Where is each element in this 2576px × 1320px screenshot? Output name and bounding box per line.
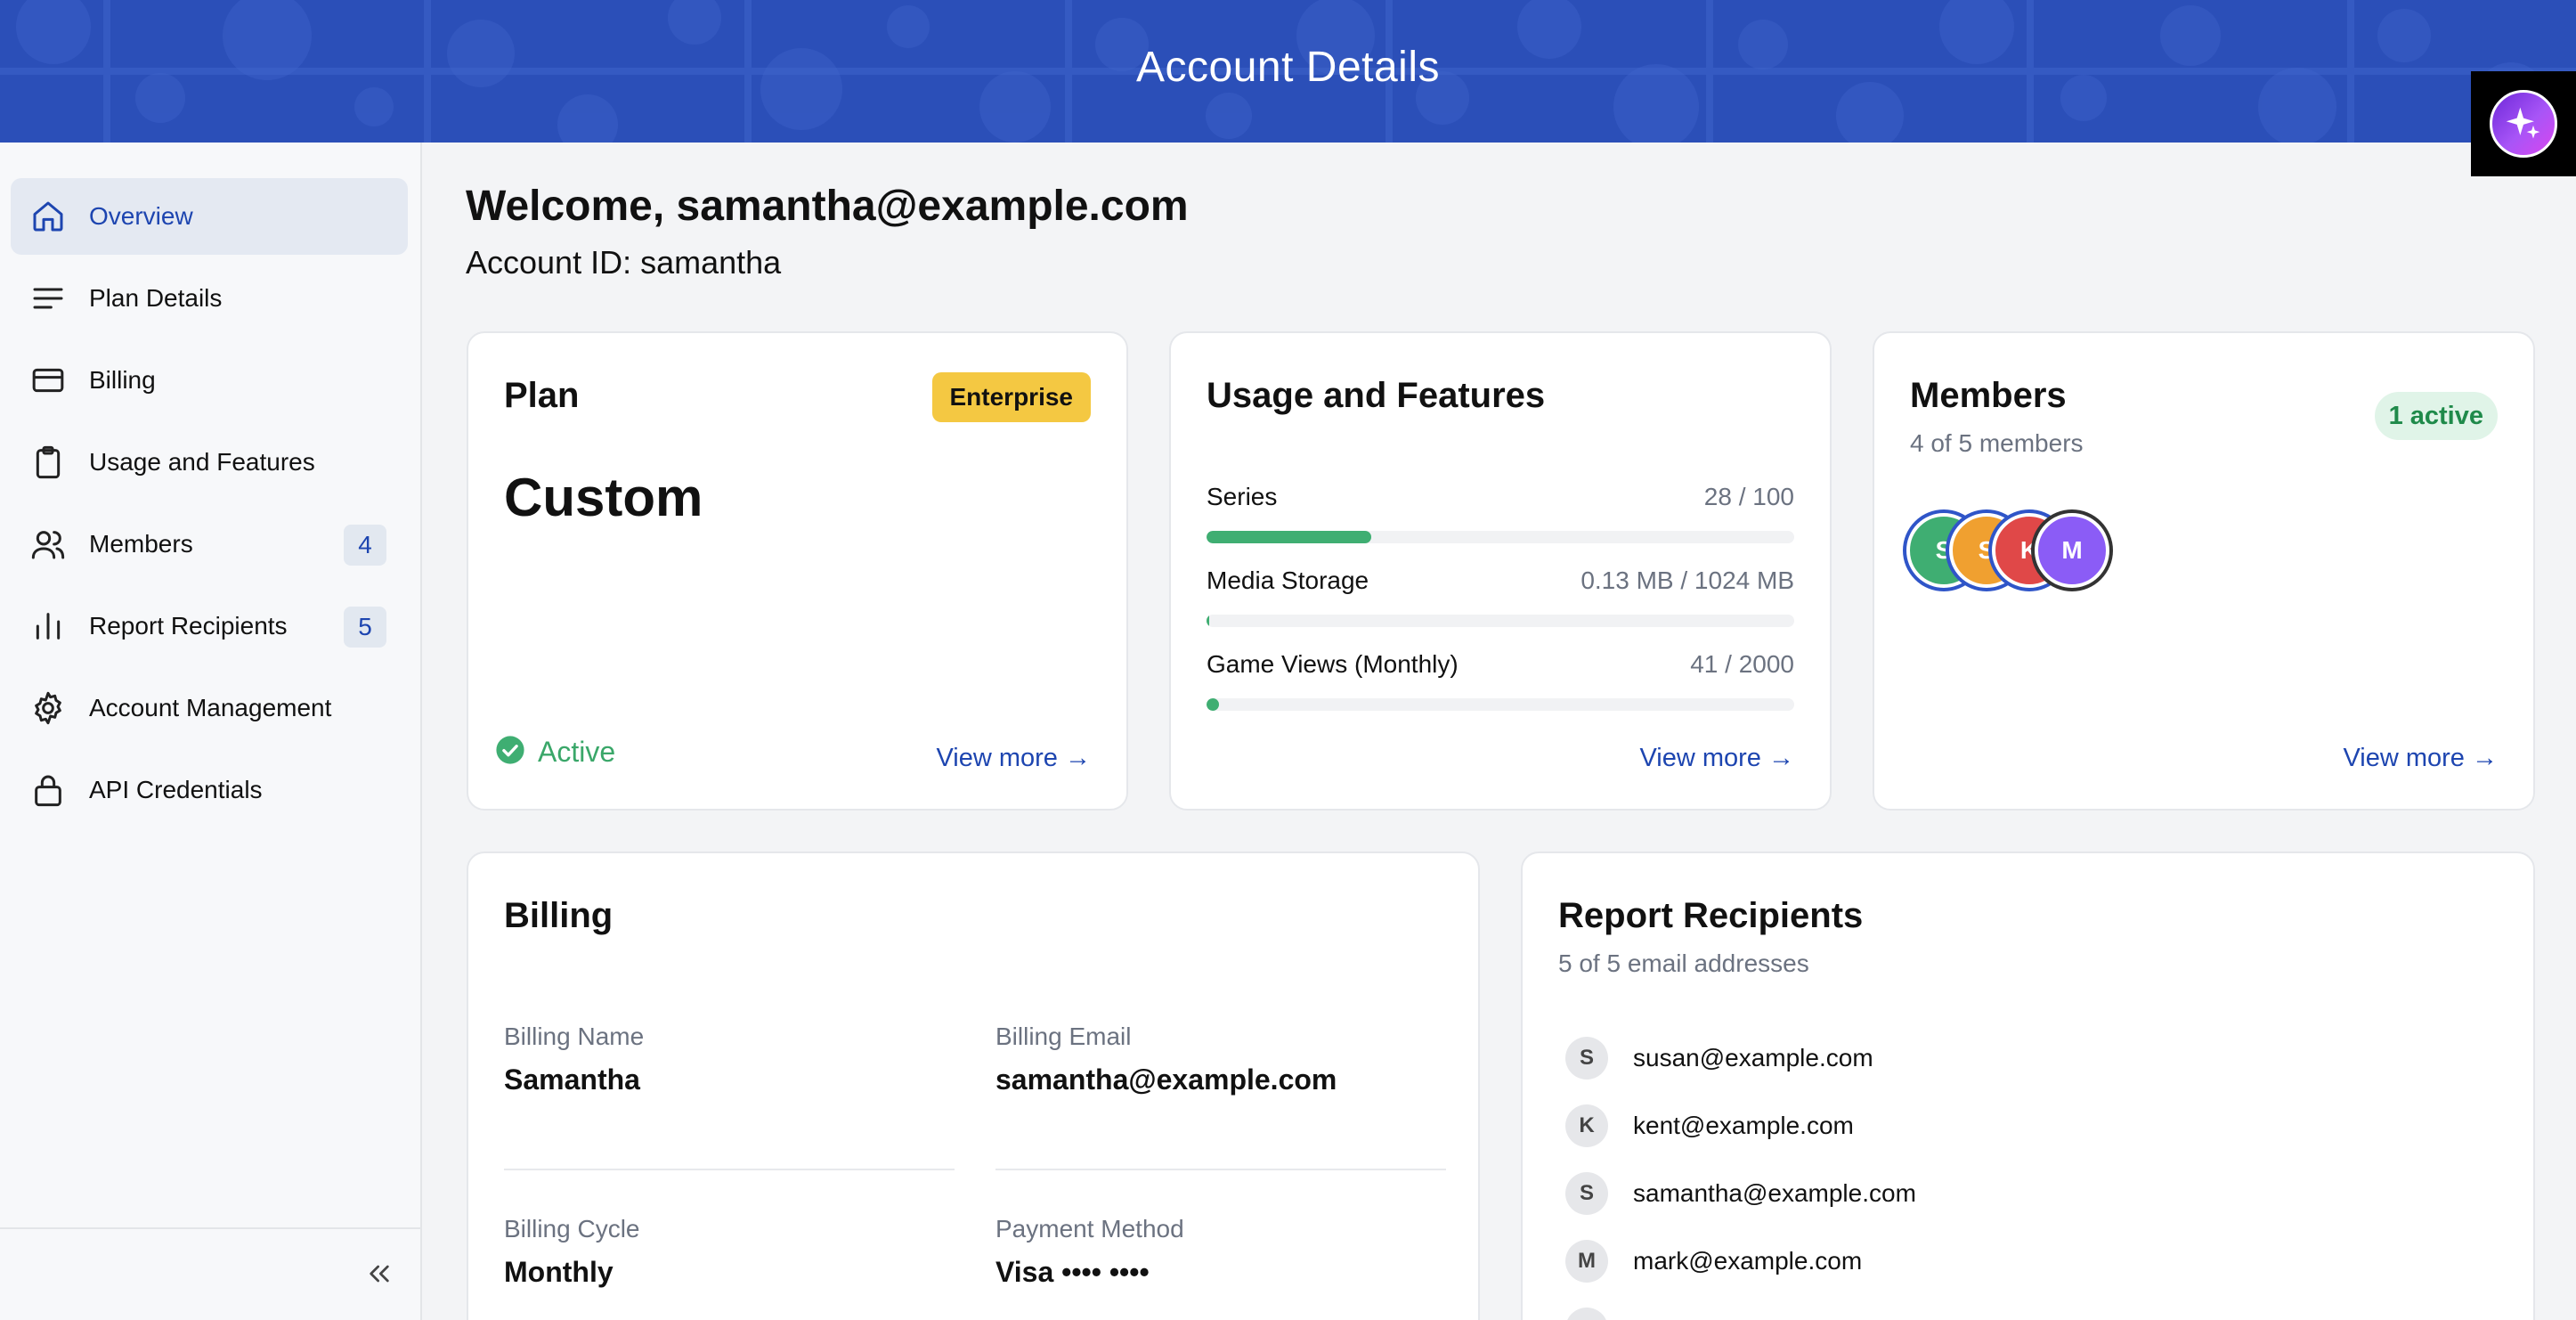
sidebar-item-members[interactable]: Members 4 <box>11 506 408 583</box>
users-icon <box>30 526 66 562</box>
credit-card-icon <box>30 363 66 398</box>
usage-card: Usage and Features Series 28 / 100 Media… <box>1169 331 1832 811</box>
sidebar-item-label: Billing <box>89 366 156 394</box>
usage-label: Media Storage <box>1207 566 1369 594</box>
usage-value: 0.13 MB / 1024 MB <box>1581 566 1794 594</box>
list-item: S susan@example.com <box>1565 1035 1873 1081</box>
billing-cycle-label: Billing Cycle <box>504 1215 640 1243</box>
card-title: Usage and Features <box>1207 376 1546 415</box>
avatar[interactable]: M <box>2035 513 2109 588</box>
list-icon <box>30 281 66 316</box>
sidebar-item-label: API Credentials <box>89 776 263 803</box>
recipient-email: kent@example.com <box>1633 1112 1854 1139</box>
card-title: Billing <box>504 896 614 935</box>
account-id: Account ID: samantha <box>466 244 782 281</box>
divider <box>504 1169 955 1170</box>
home-icon <box>30 199 66 234</box>
sidebar-item-overview[interactable]: Overview <box>11 178 408 255</box>
sidebar-item-label: Report Recipients <box>89 612 288 640</box>
recipient-avatar <box>1565 1308 1608 1320</box>
clipboard-icon <box>30 444 66 480</box>
recipients-count-badge: 5 <box>344 607 386 648</box>
sidebar-item-billing[interactable]: Billing <box>11 342 408 419</box>
sidebar-item-plan-details[interactable]: Plan Details <box>11 260 408 337</box>
usage-progress-track <box>1207 531 1794 543</box>
check-circle-icon <box>495 735 525 770</box>
usage-label: Series <box>1207 483 1278 510</box>
sidebar-item-api-credentials[interactable]: API Credentials <box>11 752 408 828</box>
billing-name-value: Samantha <box>504 1063 640 1096</box>
sidebar-item-label: Usage and Features <box>89 448 315 476</box>
usage-view-more-link[interactable]: View more → <box>1639 744 1794 773</box>
recipient-email: susan@example.com <box>1633 1044 1873 1071</box>
divider <box>995 1169 1446 1170</box>
usage-progress-fill <box>1207 531 1371 543</box>
payment-method-value: Visa •••• •••• <box>995 1256 1150 1288</box>
billing-email-label: Billing Email <box>995 1023 1132 1050</box>
sidebar: Overview Plan Details Billing Usage and … <box>0 143 422 1320</box>
usage-progress-fill <box>1207 698 1219 711</box>
sidebar-item-report-recipients[interactable]: Report Recipients 5 <box>11 588 408 664</box>
lock-icon <box>30 772 66 808</box>
recipients-subtitle: 5 of 5 email addresses <box>1558 949 1809 977</box>
chevrons-left-icon <box>365 1259 394 1292</box>
list-item <box>1565 1306 1608 1320</box>
payment-method-label: Payment Method <box>995 1215 1184 1243</box>
members-count-badge: 4 <box>344 525 386 566</box>
collapse-sidebar-button[interactable] <box>360 1256 399 1295</box>
recipient-email: samantha@example.com <box>1633 1179 1916 1207</box>
plan-tier-badge: Enterprise <box>931 372 1091 422</box>
ai-assistant-button[interactable] <box>2471 71 2576 176</box>
gear-icon <box>30 690 66 726</box>
members-view-more-link[interactable]: View more → <box>2343 744 2498 773</box>
members-card: Members 4 of 5 members 1 active S S K M … <box>1873 331 2535 811</box>
sidebar-item-label: Plan Details <box>89 284 223 312</box>
usage-value: 41 / 2000 <box>1690 650 1794 678</box>
usage-progress-track <box>1207 698 1794 711</box>
usage-label: Game Views (Monthly) <box>1207 650 1459 678</box>
billing-name-label: Billing Name <box>504 1023 645 1050</box>
status-text: Active <box>538 736 616 768</box>
billing-cycle-value: Monthly <box>504 1256 614 1288</box>
active-members-pill: 1 active <box>2374 392 2498 440</box>
plan-view-more-link[interactable]: View more → <box>936 744 1091 773</box>
sidebar-item-label: Overview <box>89 202 193 230</box>
sparkles-icon <box>2490 90 2557 158</box>
bar-chart-icon <box>30 608 66 644</box>
recipient-avatar: S <box>1565 1172 1608 1215</box>
card-title: Plan <box>504 376 580 415</box>
card-title: Members <box>1910 376 2067 415</box>
plan-name: Custom <box>504 468 703 527</box>
usage-progress-fill <box>1207 615 1209 627</box>
members-subtitle: 4 of 5 members <box>1910 429 2084 457</box>
sidebar-footer <box>0 1227 422 1320</box>
recipient-avatar: K <box>1565 1104 1608 1147</box>
page-title: Account Details <box>1136 44 1440 91</box>
list-item: K kent@example.com <box>1565 1103 1854 1149</box>
usage-progress-track <box>1207 615 1794 627</box>
recipient-email: mark@example.com <box>1633 1247 1863 1275</box>
billing-email-value: samantha@example.com <box>995 1063 1337 1096</box>
plan-card: Plan Enterprise Custom Active View more … <box>467 331 1128 811</box>
sidebar-item-account-management[interactable]: Account Management <box>11 670 408 746</box>
sidebar-item-label: Members <box>89 530 193 558</box>
welcome-heading: Welcome, samantha@example.com <box>466 183 1189 230</box>
sidebar-item-label: Account Management <box>89 694 332 721</box>
plan-status: Active <box>495 735 615 770</box>
list-item: M mark@example.com <box>1565 1238 1862 1284</box>
app-header: Account Details <box>0 0 2576 143</box>
member-avatars: S S K M <box>1906 513 2174 588</box>
billing-card: Billing Billing Name Samantha Billing Em… <box>467 851 1480 1320</box>
card-title: Report Recipients <box>1558 896 1864 935</box>
recipient-avatar: S <box>1565 1037 1608 1080</box>
recipient-avatar: M <box>1565 1240 1608 1283</box>
usage-value: 28 / 100 <box>1703 483 1794 510</box>
list-item: S samantha@example.com <box>1565 1170 1916 1217</box>
report-recipients-card: Report Recipients 5 of 5 email addresses… <box>1521 851 2535 1320</box>
sidebar-item-usage[interactable]: Usage and Features <box>11 424 408 501</box>
